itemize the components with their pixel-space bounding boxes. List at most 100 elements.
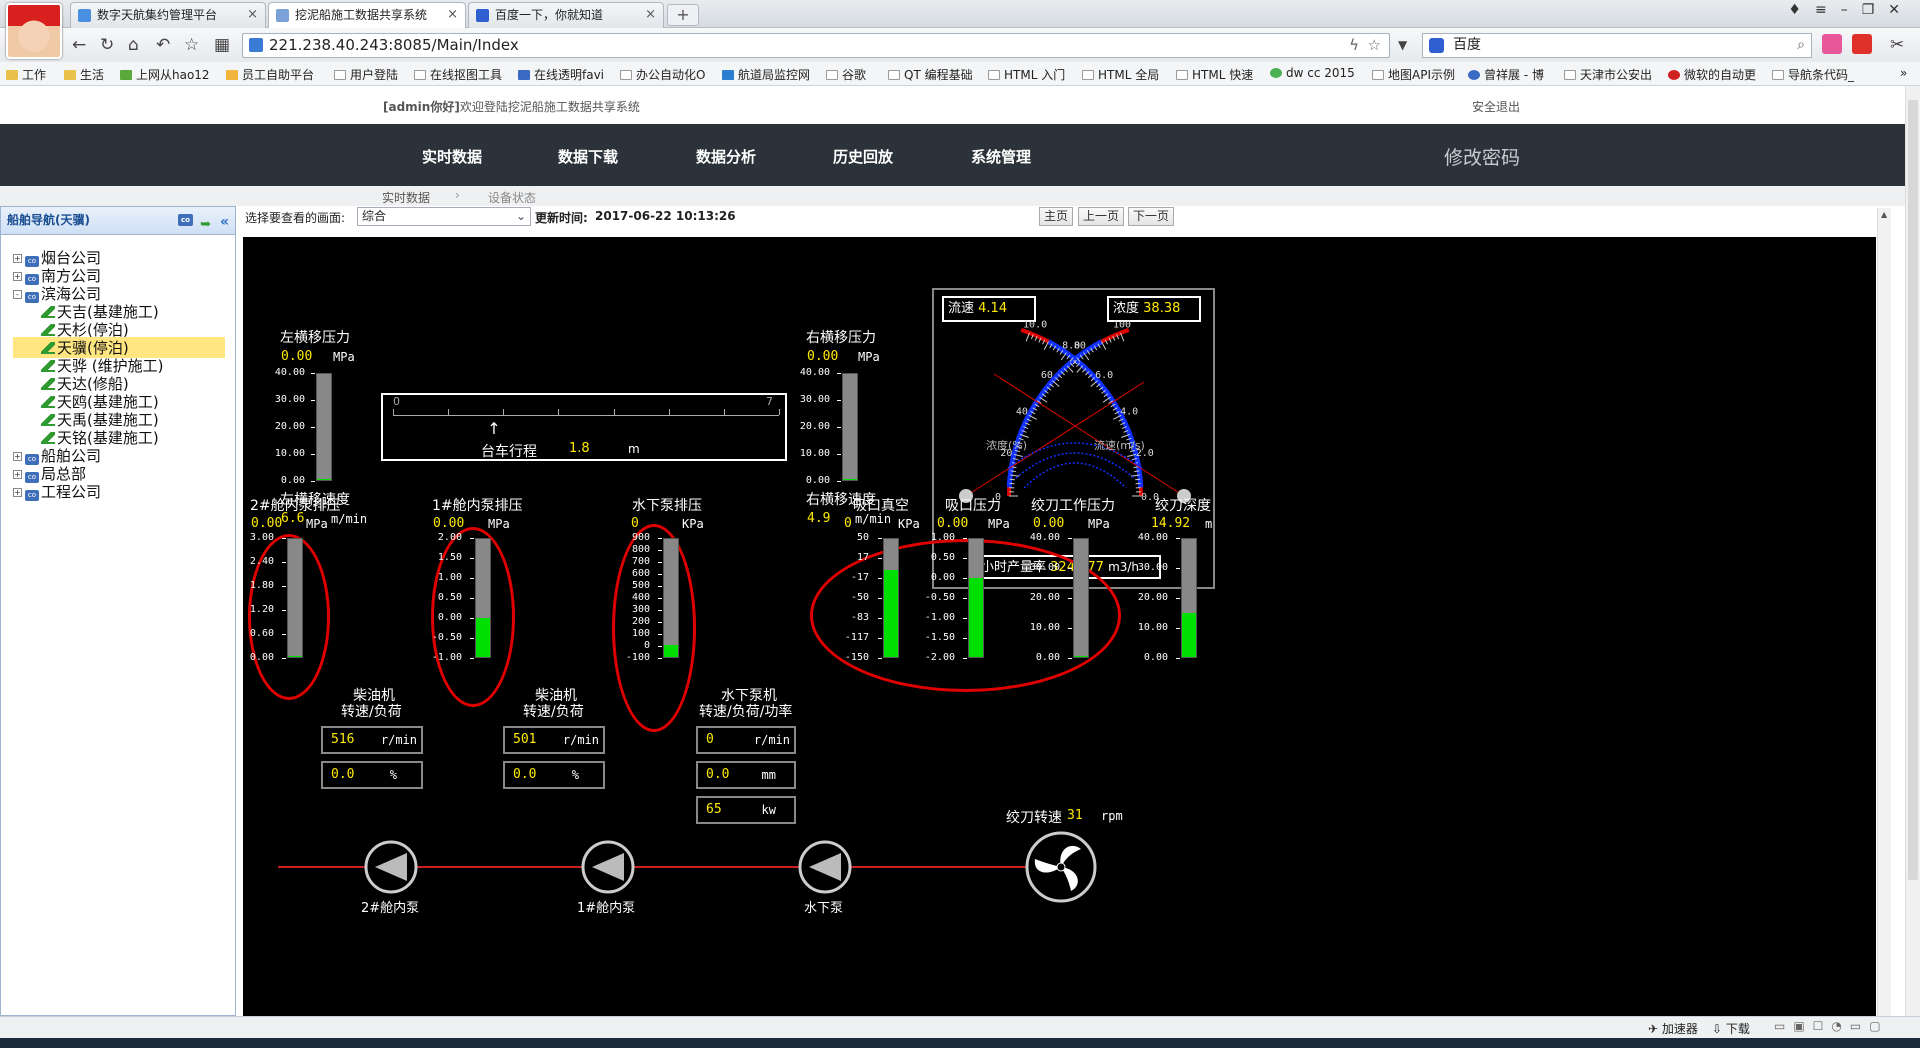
expand-icon[interactable]: + [13, 470, 22, 479]
maximize-icon[interactable]: ❐ [1862, 2, 1889, 18]
menu-data-download[interactable]: 数据下载 [558, 146, 618, 167]
bookmark-item[interactable]: 航道局监控网 [722, 66, 810, 83]
tools-icon[interactable]: ✂ [1890, 35, 1904, 55]
gauge-tick-mark [282, 658, 286, 659]
collapse-icon[interactable]: - [13, 290, 22, 299]
home-page-button[interactable]: 主页 [1039, 207, 1074, 226]
browser-tab-platform[interactable]: 数字天航集约管理平台 × [70, 2, 266, 28]
close-window-icon[interactable]: ✕ [1888, 2, 1914, 18]
expand-icon[interactable]: + [13, 452, 22, 461]
gauge-tick-label: 20.00 [1137, 592, 1168, 603]
view-select[interactable]: 综合 ⌄ [357, 207, 531, 226]
star-icon[interactable]: ☆ [184, 35, 199, 55]
address-bar[interactable]: 221.238.40.243:8085/Main/Index ϟ ☆ [242, 33, 1390, 58]
download-button[interactable]: ⇩ 下载 [1712, 1020, 1750, 1037]
browser-tab-dredger[interactable]: 挖泥船施工数据共享系统 × [268, 2, 466, 28]
expand-icon[interactable]: + [13, 272, 22, 281]
menu-history-playback[interactable]: 历史回放 [833, 146, 893, 167]
bookmark-item[interactable]: 在线抠图工具 [414, 66, 502, 83]
accelerator-icon: ✈ [1648, 1022, 1662, 1036]
gauge-tick-label: 0.60 [249, 628, 274, 639]
bookmark-item[interactable]: 在线透明favi [518, 66, 604, 83]
gauge-tick-mark [470, 558, 474, 559]
back-icon[interactable]: ← [72, 35, 86, 55]
menu-data-analysis[interactable]: 数据分析 [696, 146, 756, 167]
bookmark-item[interactable]: 上网从hao12 [120, 66, 210, 83]
close-icon[interactable]: × [645, 3, 656, 27]
right-traverse-speed-value: 4.9 [807, 511, 831, 526]
new-tab-button[interactable]: + [667, 4, 699, 26]
refresh-icon[interactable]: ↻ [100, 35, 114, 55]
minimize-icon[interactable]: – [1841, 2, 1862, 18]
refresh-tree-icon[interactable]: ➥ [200, 211, 211, 238]
flow-tick-label: 6.0 [1095, 370, 1113, 381]
window-controls[interactable]: ♦≡–❐✕ [1788, 2, 1914, 18]
bookmark-item[interactable]: HTML 入门 [988, 66, 1065, 83]
status-tool-icons[interactable]: ▭▣☐◔▭▢ [1774, 1019, 1889, 1033]
next-page-button[interactable]: 下一页 [1128, 207, 1175, 226]
gauge-tick-mark [282, 610, 286, 611]
expand-icon[interactable]: + [13, 488, 22, 497]
change-password-link[interactable]: 修改密码 [1444, 143, 1520, 170]
collapse-sidebar-icon[interactable]: « [220, 209, 229, 236]
bookmark-item[interactable]: HTML 快速 [1176, 66, 1253, 83]
close-icon[interactable]: × [447, 3, 458, 27]
lightning-icon[interactable]: ϟ [1349, 34, 1359, 57]
accelerator-button[interactable]: ✈ 加速器 [1648, 1020, 1698, 1037]
search-icon[interactable]: ⌕ [1797, 34, 1805, 57]
bookmark-item[interactable]: 员工自助平台 [226, 66, 314, 83]
user-avatar[interactable] [6, 3, 62, 59]
menu-system-management[interactable]: 系统管理 [971, 146, 1031, 167]
gauge-tick-mark [1176, 568, 1180, 569]
frame-scrollbar[interactable]: ▲ [1877, 208, 1891, 1016]
search-input[interactable]: 百度 ⌕ [1422, 33, 1812, 58]
favorite-star-icon[interactable]: ☆ [1368, 34, 1381, 57]
extension-icon[interactable] [1852, 34, 1872, 54]
expand-icon[interactable]: + [13, 254, 22, 263]
bookmark-item[interactable]: 生活 [64, 66, 104, 83]
cutter-speed-label: 绞刀转速 [1006, 810, 1062, 826]
gauge-tick-label: 900 [631, 532, 650, 543]
close-icon[interactable]: × [247, 3, 258, 27]
bookmark-item[interactable]: 曾祥展 - 博 [1468, 66, 1544, 83]
undo-icon[interactable]: ↶ [156, 35, 170, 55]
bookmark-item[interactable]: 办公自动化O [620, 66, 705, 83]
gauge-tick-mark [1068, 658, 1072, 659]
gauge-tick-mark [878, 618, 882, 619]
gauge-tick-mark [878, 638, 882, 639]
scrollbar-thumb[interactable] [1908, 100, 1918, 880]
gauge-tick-label: 800 [631, 544, 650, 555]
page-scrollbar[interactable] [1905, 86, 1920, 1016]
prev-page-button[interactable]: 上一页 [1078, 207, 1125, 226]
bookmark-item[interactable]: 工作 [6, 66, 46, 83]
scroll-up-icon[interactable]: ▲ [1881, 210, 1887, 219]
gauge-tick-mark [837, 454, 841, 455]
gauge-tick-label: 1.50 [437, 552, 462, 563]
co-icon[interactable]: co [178, 214, 193, 226]
bookmark-item[interactable]: 天津市公安出 [1564, 66, 1652, 83]
bookmark-item[interactable]: QT 编程基础 [888, 66, 973, 83]
menu-realtime-data[interactable]: 实时数据 [422, 146, 482, 167]
bookmark-item[interactable]: dw cc 2015 [1270, 66, 1355, 80]
browser-tab-baidu[interactable]: 百度一下，你就知道 × [468, 2, 664, 28]
extension-icon[interactable] [1822, 34, 1842, 54]
logout-link[interactable]: 安全退出 [1472, 98, 1520, 115]
density-scale-tick [1010, 470, 1016, 473]
gauge-bar [475, 538, 491, 658]
gauge-tick-label: 40.00 [799, 367, 830, 378]
menu-icon[interactable]: ≡ [1815, 2, 1841, 18]
bookmark-item[interactable]: 微软的自动更 [1668, 66, 1756, 83]
breadcrumb-item[interactable]: 实时数据 [382, 189, 430, 206]
grid-icon[interactable]: ▦ [214, 35, 230, 55]
bookmark-item[interactable]: 用户登陆 [334, 66, 398, 83]
gauge-tick-label: 0.50 [437, 592, 462, 603]
home-icon[interactable]: ⌂ [128, 35, 139, 55]
bookmark-overflow-icon[interactable]: » [1900, 66, 1907, 80]
tree-company-item[interactable]: + co 工程公司 [13, 481, 101, 502]
skin-icon[interactable]: ♦ [1788, 2, 1815, 18]
bookmark-item[interactable]: 地图API示例 [1372, 66, 1455, 83]
bookmark-item[interactable]: HTML 全局 [1082, 66, 1159, 83]
bookmark-item[interactable]: 谷歌 [826, 66, 866, 83]
bookmark-item[interactable]: 导航条代码_ [1772, 66, 1854, 83]
dropdown-icon[interactable]: ▼ [1398, 38, 1407, 52]
